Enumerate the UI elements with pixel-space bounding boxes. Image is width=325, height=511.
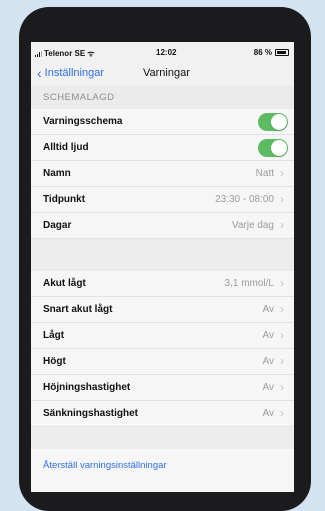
battery-info: 86 % [254, 48, 289, 57]
row-label: Lågt [43, 330, 65, 341]
row-time[interactable]: Tidpunkt 23:30 - 08:00 › [31, 187, 294, 213]
chevron-right-icon: › [280, 406, 284, 420]
chevron-right-icon: › [280, 166, 284, 180]
row-label: Alltid ljud [43, 142, 89, 153]
row-value: Av [262, 330, 275, 341]
carrier-label: Telenor SE [44, 49, 86, 58]
signal-icon [35, 50, 43, 57]
row-label: Namn [43, 168, 71, 179]
chevron-right-icon: › [280, 354, 284, 368]
battery-percent: 86 % [253, 48, 272, 57]
battery-icon [275, 49, 289, 56]
wifi-icon: ᯤ [87, 49, 95, 58]
row-label: Dagar [43, 220, 72, 231]
reset-alerts-link[interactable]: Återställ varningsinställningar [43, 460, 193, 471]
screen: Telenor SE ᯤ 12:02 86 % ‹ Inställningar … [31, 42, 294, 492]
row-value: Natt [255, 168, 274, 179]
section-spacer [31, 427, 294, 449]
row-label: Varningsschema [43, 116, 123, 127]
row-value: Varje dag [231, 220, 274, 231]
chevron-right-icon: › [280, 192, 284, 206]
back-button[interactable]: ‹ Inställningar [37, 65, 104, 81]
row-always-sound[interactable]: Alltid ljud [31, 135, 294, 161]
chevron-right-icon: › [280, 380, 284, 394]
reset-row: Återställ varningsinställningar [31, 449, 294, 492]
row-label: Snart akut lågt [43, 304, 113, 315]
row-label: Högt [43, 356, 66, 367]
row-value: Av [262, 356, 275, 367]
section-header-schedule: SCHEMALAGD [31, 86, 294, 109]
row-value: Av [262, 382, 275, 393]
row-label: Sänkningshastighet [43, 408, 139, 419]
chevron-right-icon: › [280, 302, 284, 316]
back-label: Inställningar [44, 67, 104, 79]
alert-schedule-toggle[interactable] [258, 113, 288, 131]
chevron-right-icon: › [280, 276, 284, 290]
section-header-label: SCHEMALAGD [43, 92, 115, 103]
row-urgent-low-soon[interactable]: Snart akut lågt Av › [31, 297, 294, 323]
row-label: Tidpunkt [43, 194, 86, 205]
row-name[interactable]: Namn Natt › [31, 161, 294, 187]
chevron-right-icon: › [280, 218, 284, 232]
row-value: Av [262, 408, 275, 419]
navigation-bar: ‹ Inställningar Varningar [31, 60, 294, 86]
row-low[interactable]: Lågt Av › [31, 323, 294, 349]
row-fall-rate[interactable]: Sänkningshastighet Av › [31, 401, 294, 427]
row-alert-schedule[interactable]: Varningsschema [31, 109, 294, 135]
row-urgent-low[interactable]: Akut lågt 3,1 mmol/L › [31, 271, 294, 297]
section-spacer [31, 239, 294, 271]
status-bar: Telenor SE ᯤ 12:02 86 % [31, 42, 294, 60]
always-sound-toggle[interactable] [258, 139, 288, 157]
row-value: 3,1 mmol/L [224, 278, 274, 289]
carrier-info: Telenor SE ᯤ [35, 48, 95, 59]
row-label: Akut lågt [43, 278, 86, 289]
status-time: 12:02 [156, 48, 177, 57]
row-value: 23:30 - 08:00 [215, 194, 274, 205]
row-rise-rate[interactable]: Höjningshastighet Av › [31, 375, 294, 401]
chevron-right-icon: › [280, 328, 284, 342]
chevron-left-icon: ‹ [37, 65, 42, 81]
row-label: Höjningshastighet [43, 382, 131, 393]
page-title: Varningar [143, 67, 190, 79]
row-days[interactable]: Dagar Varje dag › [31, 213, 294, 239]
row-value: Av [262, 304, 275, 315]
row-high[interactable]: Högt Av › [31, 349, 294, 375]
